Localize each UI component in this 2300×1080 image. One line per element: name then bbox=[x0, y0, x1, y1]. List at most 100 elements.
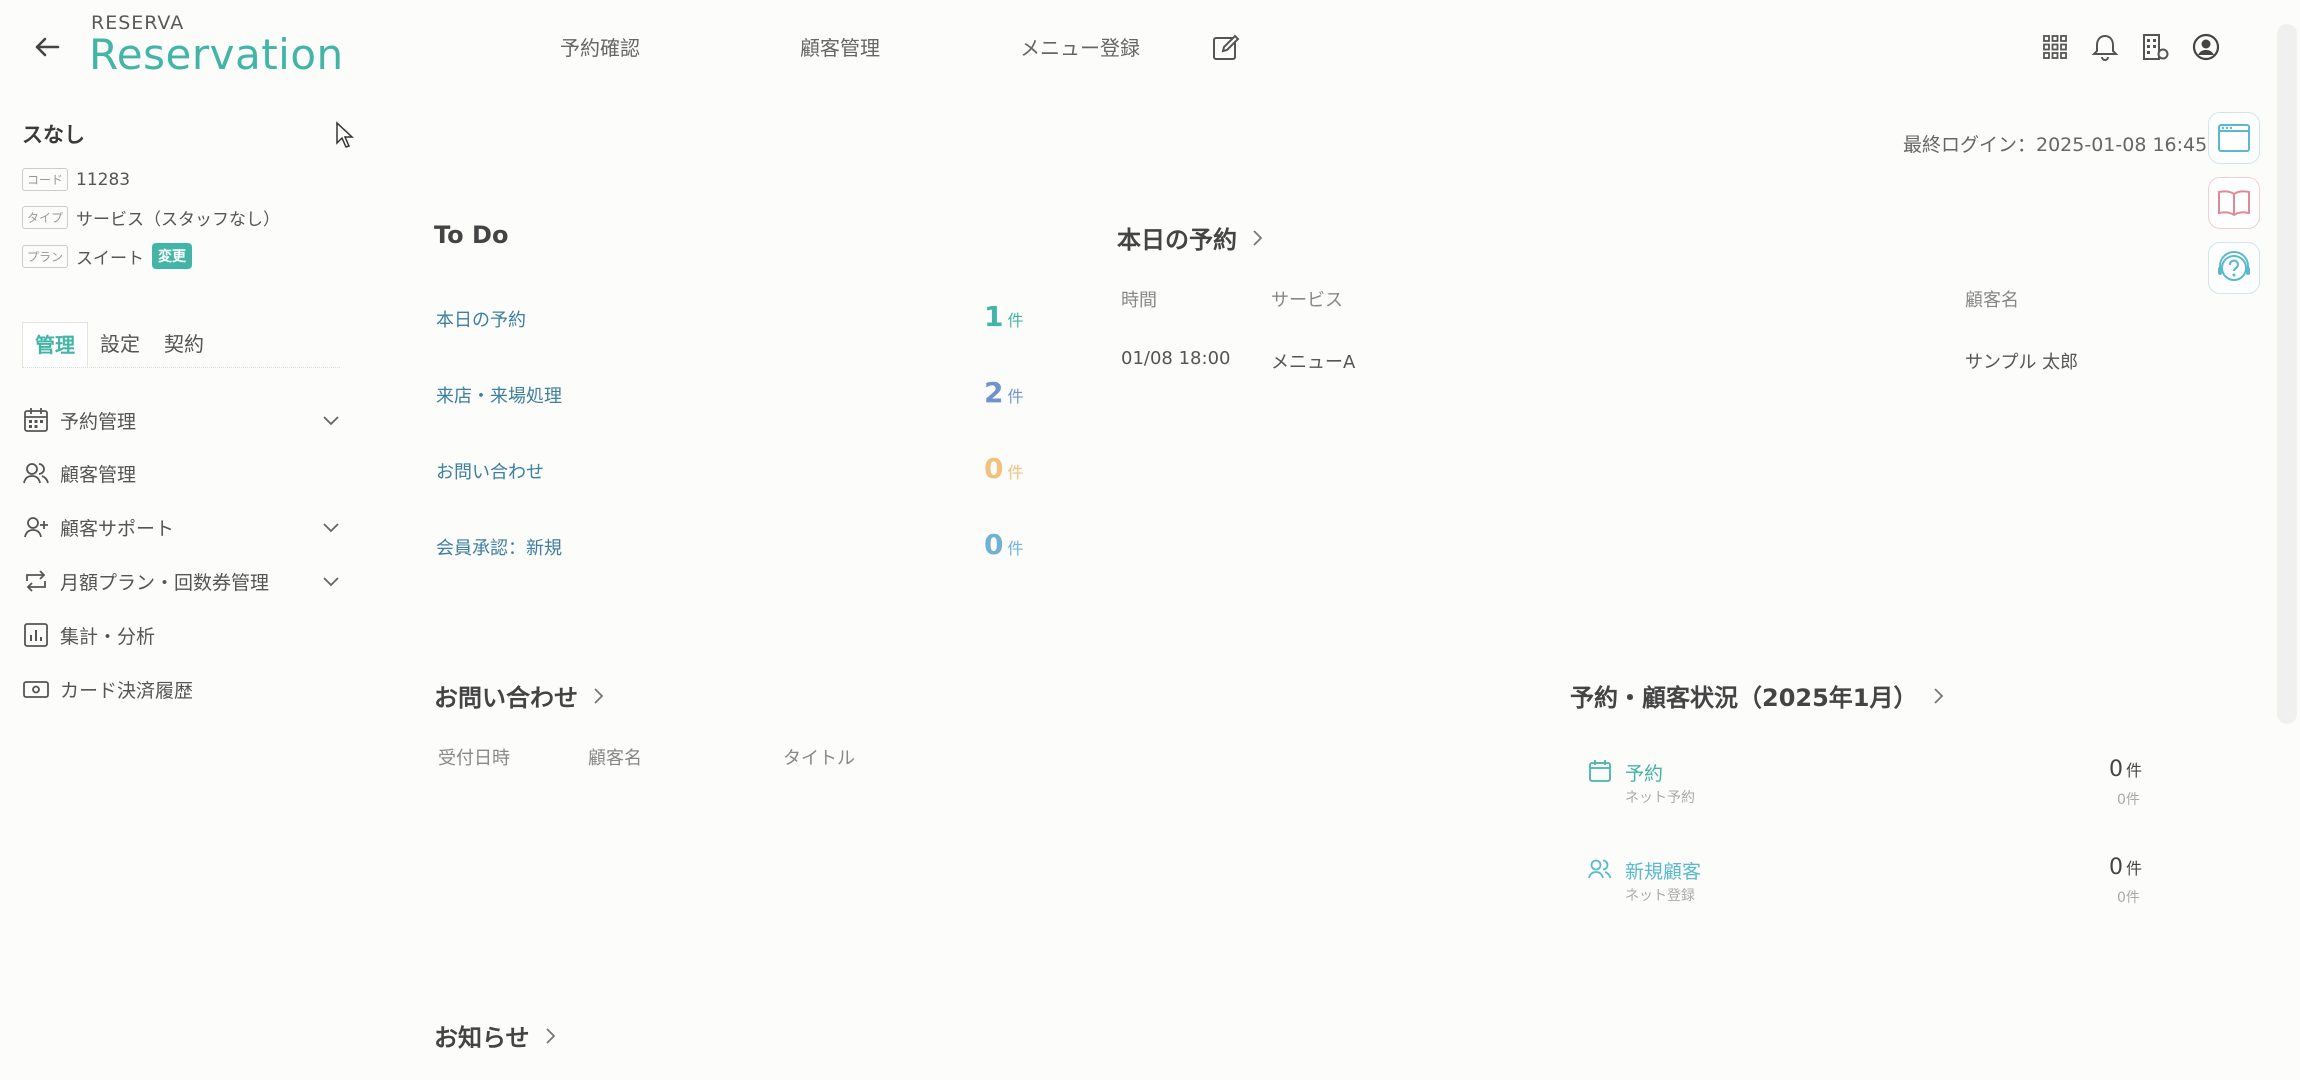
nav-customer-management[interactable]: 顧客管理 bbox=[800, 32, 880, 61]
todo-item-inquiries[interactable]: お問い合わせ bbox=[436, 458, 544, 484]
repeat-icon bbox=[22, 567, 50, 595]
shop-plan-row: プラン スイート 変更 bbox=[22, 243, 193, 269]
window-button[interactable] bbox=[2208, 112, 2260, 164]
todo-count-visit-processing: 2 件 bbox=[984, 376, 1064, 409]
table-cell-service[interactable]: メニューA bbox=[1271, 348, 1355, 374]
stat-new-customers-label[interactable]: 新規顧客 bbox=[1625, 857, 1701, 884]
sidebar-item-label: 月額プラン・回数券管理 bbox=[60, 571, 270, 594]
todo-count: 2 bbox=[984, 376, 1004, 409]
support-button[interactable] bbox=[2208, 242, 2260, 294]
last-login: 最終ログイン：2025-01-08 16:45 bbox=[1903, 134, 2208, 156]
inquiries-title: お問い合わせ bbox=[434, 684, 578, 712]
users-icon bbox=[22, 459, 50, 487]
col-header-time: 時間 bbox=[1121, 290, 1157, 311]
sidebar-item-card-history[interactable]: カード決済履歴 bbox=[22, 669, 342, 709]
todo-item-visit-processing[interactable]: 来店・来場処理 bbox=[436, 382, 562, 408]
col-header-received: 受付日時 bbox=[438, 748, 510, 769]
browser-window-icon bbox=[2217, 123, 2251, 153]
today-reservations-link[interactable]: 本日の予約 bbox=[1117, 220, 1267, 255]
tab-management[interactable]: 管理 bbox=[22, 322, 88, 367]
building-settings-icon[interactable] bbox=[2140, 32, 2170, 62]
col-header-title: タイトル bbox=[783, 748, 855, 769]
type-tag: タイプ bbox=[22, 206, 69, 229]
todo-count: 1 bbox=[984, 300, 1004, 333]
bar-chart-icon bbox=[22, 621, 50, 649]
sidebar-item-customer-support[interactable]: 顧客サポート bbox=[22, 507, 342, 547]
stat-unit: 件 bbox=[2126, 859, 2143, 878]
card-icon bbox=[22, 675, 50, 703]
stat-new-customers-subvalue: 0件 bbox=[2117, 890, 2140, 906]
todo-unit: 件 bbox=[1007, 387, 1024, 406]
stat-reservations-subvalue: 0件 bbox=[2117, 792, 2140, 808]
table-cell-time[interactable]: 01/08 18:00 bbox=[1121, 348, 1230, 369]
col-header-service: サービス bbox=[1271, 290, 1343, 311]
sidebar-item-label: カード決済履歴 bbox=[60, 679, 194, 702]
shop-code-row: コード 11283 bbox=[22, 168, 130, 191]
mouse-cursor-icon bbox=[335, 121, 355, 149]
chevron-right-icon bbox=[1928, 686, 1948, 706]
sidebar-item-reservation[interactable]: 予約管理 bbox=[22, 400, 342, 440]
news-link[interactable]: お知らせ bbox=[434, 1018, 560, 1053]
plan-change-button[interactable]: 変更 bbox=[152, 243, 193, 269]
todo-title: To Do bbox=[434, 221, 509, 249]
tab-settings[interactable]: 設定 bbox=[88, 322, 152, 367]
status-link[interactable]: 予約・顧客状況（2025年1月） bbox=[1570, 678, 1948, 713]
help-headset-icon bbox=[2216, 250, 2252, 286]
todo-count-inquiries: 0 件 bbox=[984, 452, 1064, 485]
stat-value: 0 bbox=[2109, 855, 2123, 880]
stat-value: 0 bbox=[2109, 757, 2123, 782]
shop-name: スなし bbox=[22, 123, 85, 147]
nav-reservation-check[interactable]: 予約確認 bbox=[560, 32, 640, 61]
manual-button[interactable] bbox=[2208, 177, 2260, 229]
stat-reservations-sub: ネット予約 bbox=[1625, 790, 1695, 806]
shop-type-value: サービス（スタッフなし） bbox=[76, 210, 281, 230]
todo-count-member-approval: 0 件 bbox=[984, 528, 1064, 561]
todo-count: 0 bbox=[984, 528, 1004, 561]
user-account-icon[interactable] bbox=[2191, 32, 2221, 62]
todo-count: 0 bbox=[984, 452, 1004, 485]
stat-reservations-label[interactable]: 予約 bbox=[1625, 759, 1663, 786]
stat-new-customers-sub: ネット登録 bbox=[1625, 888, 1695, 904]
plan-tag: プラン bbox=[22, 244, 69, 268]
shop-plan-value: スイート bbox=[76, 248, 145, 269]
chevron-right-icon bbox=[540, 1026, 560, 1046]
chevron-right-icon bbox=[588, 686, 608, 706]
user-plus-icon bbox=[22, 513, 50, 541]
sidebar-item-label: 集計・分析 bbox=[60, 625, 156, 648]
back-arrow-icon[interactable] bbox=[30, 30, 64, 64]
todo-count-today-reservations: 1 件 bbox=[984, 300, 1064, 333]
tab-contract[interactable]: 契約 bbox=[152, 322, 216, 367]
todo-unit: 件 bbox=[1007, 539, 1024, 558]
stat-reservations-value: 0件 bbox=[2109, 757, 2142, 782]
calendar-icon bbox=[22, 406, 50, 434]
sidebar-item-label: 顧客サポート bbox=[60, 517, 175, 540]
status-title: 予約・顧客状況（2025年1月） bbox=[1570, 684, 1918, 712]
todo-unit: 件 bbox=[1007, 311, 1024, 330]
news-title: お知らせ bbox=[434, 1024, 530, 1052]
sidebar-tabs: 管理 設定 契約 bbox=[22, 322, 340, 368]
sidebar-item-subscription[interactable]: 月額プラン・回数券管理 bbox=[22, 561, 342, 601]
col-header-customer: 顧客名 bbox=[1965, 290, 2019, 311]
table-cell-customer[interactable]: サンプル 太郎 bbox=[1965, 348, 2078, 374]
bell-icon[interactable] bbox=[2090, 32, 2120, 62]
edit-icon[interactable] bbox=[1211, 33, 1241, 63]
col-header-customer-name: 顧客名 bbox=[588, 748, 642, 769]
todo-item-member-approval[interactable]: 会員承認：新規 bbox=[436, 534, 562, 560]
sidebar-item-label: 顧客管理 bbox=[60, 463, 137, 486]
chevron-down-icon bbox=[320, 409, 342, 431]
todo-unit: 件 bbox=[1007, 463, 1024, 482]
todo-item-today-reservations[interactable]: 本日の予約 bbox=[436, 306, 526, 332]
grid-apps-icon[interactable] bbox=[2040, 32, 2070, 62]
chevron-right-icon bbox=[1247, 228, 1267, 248]
sidebar-item-customers[interactable]: 顧客管理 bbox=[22, 453, 342, 493]
logo[interactable]: Reservation bbox=[89, 30, 344, 79]
chevron-down-icon bbox=[320, 570, 342, 592]
scrollbar[interactable] bbox=[2277, 24, 2297, 724]
stat-unit: 件 bbox=[2126, 761, 2143, 780]
shop-code-value: 11283 bbox=[76, 169, 131, 190]
chevron-down-icon bbox=[320, 516, 342, 538]
sidebar-item-analytics[interactable]: 集計・分析 bbox=[22, 615, 342, 655]
nav-menu-registration[interactable]: メニュー登録 bbox=[1020, 32, 1140, 61]
today-reservations-title: 本日の予約 bbox=[1117, 226, 1237, 254]
inquiries-link[interactable]: お問い合わせ bbox=[434, 678, 608, 713]
